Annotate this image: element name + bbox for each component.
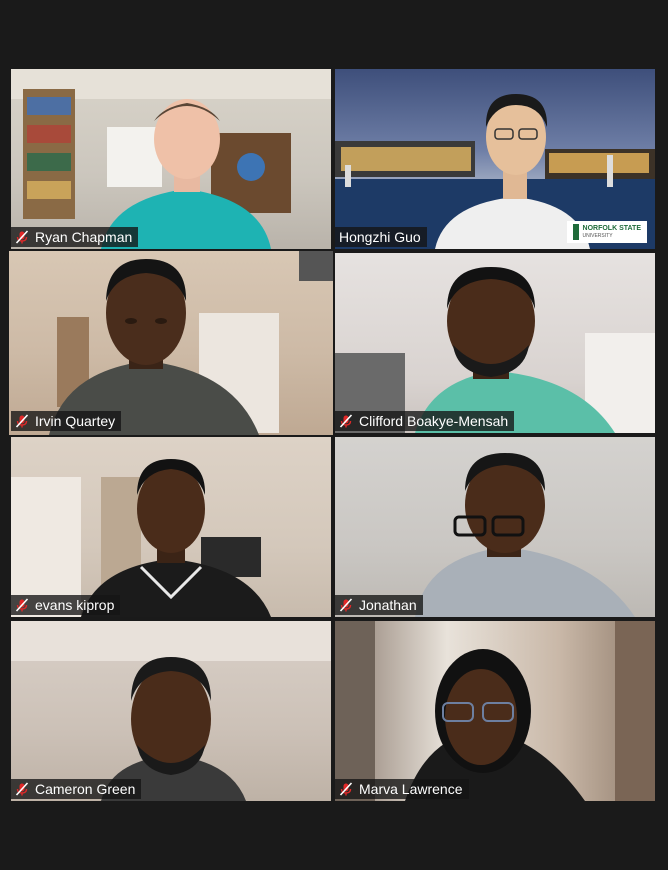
video-feed-scene: [11, 459, 271, 617]
participant-name-tag: Clifford Boakye-Mensah: [335, 411, 515, 431]
video-tile-ryan-chapman[interactable]: Ryan Chapman: [11, 69, 331, 249]
video-tile-irvin-quartey[interactable]: Irvin Quartey: [9, 251, 333, 435]
participant-name: Jonathan: [359, 597, 417, 613]
mic-muted-icon: [15, 598, 29, 612]
video-feed-scene: [335, 621, 655, 801]
participant-name: Ryan Chapman: [35, 229, 133, 245]
video-tile-hongzhi-guo[interactable]: NORFOLK STATE UNIVERSITY Hongzhi Guo: [335, 69, 655, 249]
video-tile-cameron-green[interactable]: Cameron Green: [11, 621, 331, 801]
video-tile-clifford-boakye-mensah[interactable]: Clifford Boakye-Mensah: [335, 253, 655, 433]
video-feed-scene: [415, 453, 635, 617]
video-feed-scene: [11, 69, 331, 249]
video-tile-marva-lawrence[interactable]: Marva Lawrence: [335, 621, 655, 801]
mic-muted-icon: [15, 414, 29, 428]
participant-name-tag: Jonathan: [335, 595, 423, 615]
participant-name-tag: Ryan Chapman: [11, 227, 139, 247]
participant-name-tag: evans kiprop: [11, 595, 121, 615]
video-feed-scene: [335, 267, 655, 433]
mic-muted-icon: [339, 782, 353, 796]
participant-name: Irvin Quartey: [35, 413, 116, 429]
video-tile-jonathan[interactable]: Jonathan: [335, 437, 655, 617]
mic-muted-icon: [15, 782, 29, 796]
mic-muted-icon: [15, 230, 29, 244]
mic-muted-icon: [339, 598, 353, 612]
participant-name: Clifford Boakye-Mensah: [359, 413, 509, 429]
university-logo: NORFOLK STATE UNIVERSITY: [566, 221, 647, 243]
mic-muted-icon: [339, 414, 353, 428]
participant-name: evans kiprop: [35, 597, 115, 613]
participant-name-tag: Irvin Quartey: [11, 411, 122, 431]
participant-name: Hongzhi Guo: [339, 229, 421, 245]
participant-name: Marva Lawrence: [359, 781, 463, 797]
participant-name: Cameron Green: [35, 781, 136, 797]
video-feed-scene: [11, 621, 331, 801]
participant-name-tag: Hongzhi Guo: [335, 227, 427, 247]
video-tile-evans-kiprop[interactable]: evans kiprop: [11, 437, 331, 617]
participant-name-tag: Cameron Green: [11, 779, 142, 799]
video-feed-scene: [49, 251, 333, 435]
participant-name-tag: Marva Lawrence: [335, 779, 469, 799]
